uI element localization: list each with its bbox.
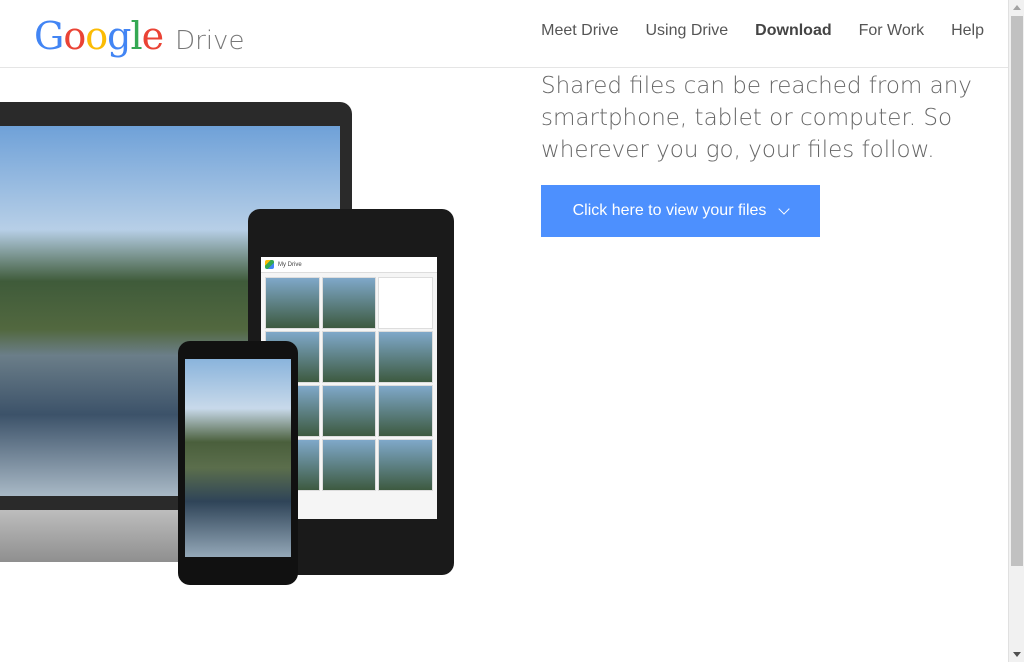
main-nav: Meet Drive Using Drive Download For Work… [541, 22, 984, 40]
vertical-scrollbar[interactable] [1008, 0, 1024, 662]
phone-screen [185, 359, 291, 557]
file-thumb [378, 331, 433, 383]
tagline-text: Shared files can be reached from any sma… [541, 73, 972, 163]
view-files-label: Click here to view your files [572, 202, 767, 219]
file-thumb [378, 385, 433, 437]
file-thumb [378, 277, 433, 329]
scroll-down-icon[interactable] [1013, 652, 1021, 657]
file-thumb [378, 439, 433, 491]
scroll-up-icon[interactable] [1013, 5, 1021, 10]
nav-meet-drive[interactable]: Meet Drive [541, 22, 618, 40]
file-thumb [321, 439, 377, 491]
file-thumb [321, 385, 377, 437]
product-name: Drive [175, 26, 245, 56]
file-thumb [321, 277, 377, 329]
google-wordmark: Google [34, 14, 164, 58]
nav-download[interactable]: Download [755, 22, 831, 40]
tablet-app-title: My Drive [278, 261, 302, 268]
phone-image [178, 341, 298, 585]
devices-illustration: My Drive [0, 100, 470, 590]
view-files-button[interactable]: Click here to view your files [541, 185, 820, 237]
site-header: Google Drive Meet Drive Using Drive Down… [0, 0, 1008, 68]
google-drive-logo[interactable]: Google Drive [34, 14, 245, 58]
tablet-app-bar: My Drive [261, 257, 437, 273]
nav-using-drive[interactable]: Using Drive [645, 22, 728, 40]
scroll-thumb[interactable] [1011, 16, 1023, 566]
file-thumb [321, 331, 377, 383]
chevron-down-icon [778, 202, 791, 215]
nav-for-work[interactable]: For Work [859, 22, 924, 40]
file-thumb [265, 277, 320, 329]
nav-help[interactable]: Help [951, 22, 984, 40]
drive-icon [265, 260, 274, 269]
